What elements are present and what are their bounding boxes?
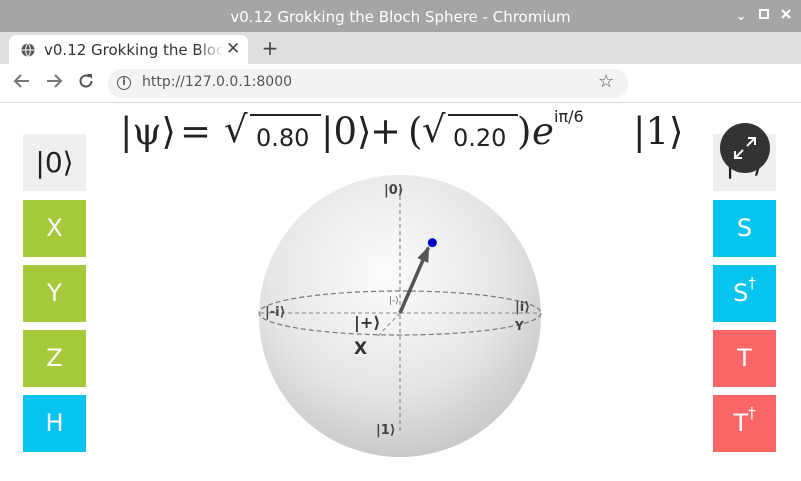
- info-icon[interactable]: i: [117, 76, 131, 90]
- minimize-icon[interactable]: ⌄: [733, 8, 749, 24]
- tab-title: v0.12 Grokking the Bloch Sphere: [44, 41, 224, 59]
- label-ket-one: |1⟩: [376, 423, 396, 438]
- tab-active[interactable]: v0.12 Grokking the Bloch Sphere ✕: [9, 35, 248, 64]
- tab-strip: v0.12 Grokking the Bloch Sphere ✕: [0, 32, 801, 64]
- label-x-axis: X: [354, 339, 367, 359]
- close-icon[interactable]: [778, 8, 794, 24]
- label-ket-plus: |+⟩: [354, 313, 381, 333]
- new-tab-icon[interactable]: +: [260, 36, 280, 60]
- bloch-sphere[interactable]: |0⟩ |1⟩ |-i⟩ |i⟩ |-⟩ |+⟩ X Y: [0, 104, 801, 481]
- window-title: v0.12 Grokking the Bloch Sphere - Chromi…: [230, 8, 571, 26]
- label-ket-zero: |0⟩: [384, 183, 404, 198]
- tab-close-icon[interactable]: ✕: [226, 39, 240, 59]
- url-text[interactable]: http://127.0.0.1:8000: [142, 74, 292, 90]
- maximize-icon[interactable]: [756, 8, 772, 24]
- back-icon[interactable]: [11, 72, 33, 94]
- address-bar[interactable]: i http://127.0.0.1:8000 ☆: [108, 69, 628, 98]
- label-ket-minus-i: |-i⟩: [265, 305, 286, 320]
- page-content: |0⟩ X Y Z H |1⟩ S S† T T† |ψ⟩ = √ 0.80 |…: [0, 104, 801, 481]
- forward-icon[interactable]: [43, 72, 65, 94]
- browser-toolbar: i http://127.0.0.1:8000 ☆ h uo: [0, 64, 801, 157]
- bookmark-star-icon[interactable]: ☆: [598, 71, 614, 92]
- label-ket-minus: |-⟩: [389, 296, 399, 306]
- state-vector-tip[interactable]: [427, 238, 437, 248]
- globe-icon: [21, 43, 35, 57]
- reload-icon[interactable]: [75, 72, 97, 94]
- label-ket-i: |i⟩: [515, 300, 530, 315]
- label-y-axis: Y: [514, 319, 524, 333]
- window-titlebar: v0.12 Grokking the Bloch Sphere - Chromi…: [0, 0, 801, 32]
